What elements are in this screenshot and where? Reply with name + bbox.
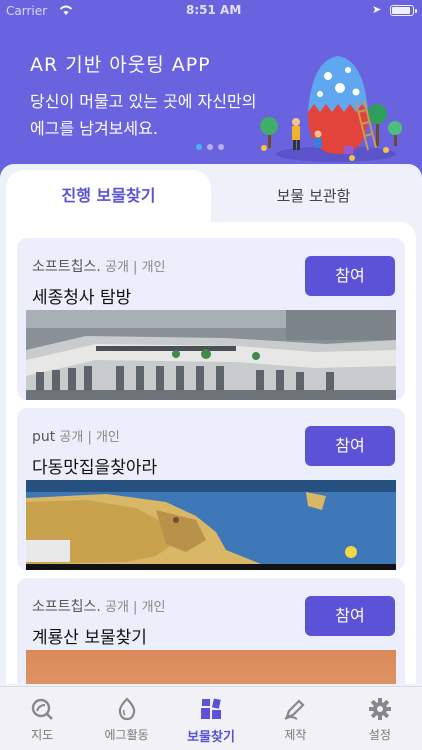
card-owner: 소프트칩스.	[32, 259, 101, 275]
wifi-icon	[59, 5, 73, 15]
location-arrow-icon: ➤	[372, 3, 382, 16]
card-meta: 소프트칩스. 공개 | 개인	[32, 256, 166, 276]
nav-label: 설정	[368, 728, 391, 742]
banner-subtitle: 당신이 머물고 있는 곳에 자신만의 에그를 남겨보세요.	[30, 92, 257, 138]
egg-illustration	[260, 56, 402, 162]
pencil-create-icon	[284, 699, 305, 720]
join-button[interactable]: 참여	[305, 426, 395, 466]
gear-icon	[368, 698, 391, 720]
banner-dot	[218, 144, 224, 150]
card-thumbnail	[26, 310, 396, 400]
nav-label: 에그활동	[104, 728, 149, 742]
bottom-nav: 지도 에그활동 보물찾기 제작 설정	[0, 686, 422, 750]
card-meta: 소프트칩스. 공개 | 개인	[32, 596, 166, 616]
hunt-list[interactable]: 소프트칩스. 공개 | 개인 세종청사 탐방 참여 put 공개 | 개인 다동…	[6, 222, 416, 684]
battery-icon	[390, 5, 417, 16]
banner-dot	[207, 144, 213, 150]
nav-treasure-hunt[interactable]: 보물찾기	[169, 687, 253, 750]
card-visibility: 공개 | 개인	[59, 430, 120, 445]
card-visibility: 공개 | 개인	[105, 600, 166, 615]
nav-label: 보물찾기	[187, 730, 235, 745]
nav-label: 지도	[31, 728, 54, 742]
join-button[interactable]: 참여	[305, 256, 395, 296]
tab-treasure-storage[interactable]: 보물 보관함	[211, 170, 416, 228]
clock: 8:51 AM	[186, 3, 242, 17]
hunt-card[interactable]: 소프트칩스. 공개 | 개인 세종청사 탐방 참여	[17, 238, 405, 400]
card-title: 다동맛집을찾아라	[32, 458, 158, 478]
hunt-card[interactable]: put 공개 | 개인 다동맛집을찾아라 참여	[17, 408, 405, 570]
map-search-icon	[32, 698, 54, 720]
nav-egg-activity[interactable]: 에그활동	[84, 687, 168, 750]
content-panel: 진행 보물찾기 보물 보관함 소프트칩스. 공개 | 개인 세종청사 탐방 참여	[0, 164, 422, 686]
join-button[interactable]: 참여	[305, 596, 395, 636]
card-title: 세종청사 탐방	[32, 288, 132, 308]
card-title: 계룡산 보물찾기	[32, 628, 147, 648]
nav-settings[interactable]: 설정	[338, 687, 422, 750]
card-thumbnail	[26, 480, 396, 570]
status-bar: Carrier 8:51 AM ➤	[0, 0, 422, 22]
card-owner: put	[32, 429, 56, 445]
banner-page-indicator	[196, 144, 224, 150]
card-visibility: 공개 | 개인	[105, 260, 166, 275]
carrier-label: Carrier	[6, 4, 48, 18]
treasure-blocks-icon	[201, 698, 222, 719]
promo-banner[interactable]: AR 기반 아웃팅 APP 당신이 머물고 있는 곳에 자신만의 에그를 남겨보…	[0, 22, 422, 164]
hunt-card[interactable]: 소프트칩스. 공개 | 개인 계룡산 보물찾기 참여	[17, 578, 405, 684]
banner-title: AR 기반 아웃팅 APP	[30, 54, 211, 76]
nav-map[interactable]: 지도	[0, 687, 84, 750]
tab-bar: 진행 보물찾기 보물 보관함	[6, 170, 416, 230]
egg-icon	[118, 697, 135, 721]
nav-create[interactable]: 제작	[253, 687, 337, 750]
card-meta: put 공개 | 개인	[32, 426, 120, 445]
card-thumbnail	[26, 650, 396, 684]
banner-dot	[196, 144, 202, 150]
nav-label: 제작	[284, 728, 307, 742]
card-owner: 소프트칩스.	[32, 599, 101, 615]
tab-ongoing-hunt[interactable]: 진행 보물찾기	[6, 170, 211, 230]
